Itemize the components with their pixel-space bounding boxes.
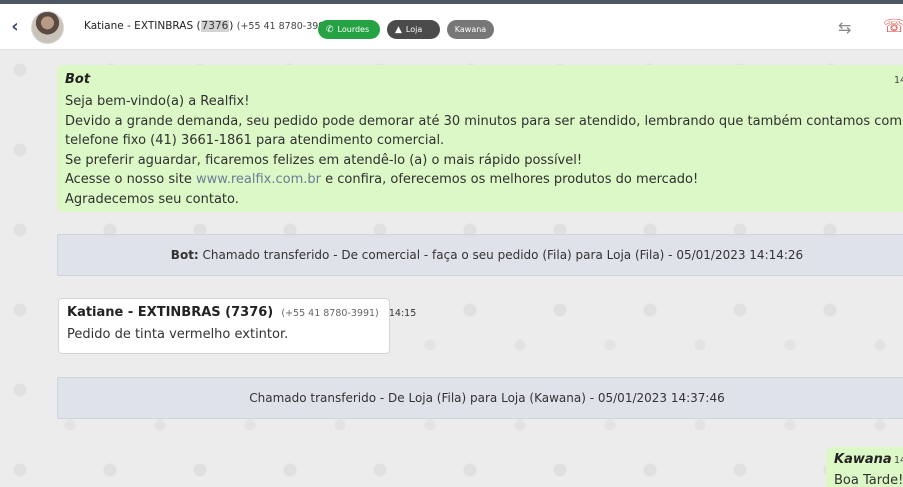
bot-message: Bot 14 Seja bem-vindo(a) a Realfix! Devi… [57,65,903,212]
system-text: Chamado transferido - De comercial - faç… [198,248,804,262]
message-time: 14 [894,455,903,466]
message-header: Katiane - EXTINBRAS (7376) (+55 41 8780-… [67,305,416,325]
system-label: Bot: [170,248,199,262]
message-time: 14:15 [388,308,417,319]
message-line: Devido a grande demanda, seu pedido pode… [65,113,903,129]
site-prefix: Acesse o nosso site [65,172,197,187]
tag-loja[interactable]: ▲ Loja [387,20,440,39]
agent-message: Kawana 14 Boa Tarde! [826,447,903,487]
whatsapp-icon: ✆ [326,25,334,35]
message-sender: Bot [65,72,91,87]
contact-close: ) [229,20,234,32]
message-text: Pedido de tinta vermelho extintor. [67,327,289,342]
system-notice: Chamado transferido - De Loja (Fila) par… [57,377,903,419]
tag-kawana[interactable]: Kawana [447,20,494,39]
message-sender: Kawana [834,452,892,467]
message-line: Seja bem-vindo(a) a Realfix! [65,94,250,109]
contact-name: Katiane - EXTINBRAS ( [84,20,201,32]
message-line: Se preferir aguardar, ficaremos felizes … [65,152,583,168]
chevron-left-icon[interactable]: ‹ [6,18,24,36]
chat-header: ‹ Katiane - EXTINBRAS (7376) (+55 41 878… [0,0,903,50]
message-line: Acesse o nosso site www.realfix.com.br e… [65,170,903,190]
transfer-arrows-icon[interactable]: ⇆ [838,20,851,36]
message-sender: Katiane - EXTINBRAS (7376) [67,305,274,320]
chat-area[interactable]: Bot 14 Seja bem-vindo(a) a Realfix! Devi… [0,50,903,487]
message-text: Boa Tarde! [834,473,903,487]
customer-message: Katiane - EXTINBRAS (7376) (+55 41 8780-… [58,298,416,354]
site-suffix: e confira, oferecemos os melhores produt… [321,172,699,187]
message-time: 14 [894,75,903,86]
system-notice: Bot: Chamado transferido - De comercial … [57,234,903,276]
sitemap-icon: ▲ [395,25,402,35]
phone-hangup-icon[interactable]: ☏ [883,18,903,36]
avatar[interactable] [31,11,64,44]
site-link[interactable]: www.realfix.com.br [196,172,321,187]
tag-label: Kawana [454,25,487,34]
system-text: Chamado transferido - De Loja (Fila) par… [249,391,725,405]
contact-code: 7376 [200,20,230,32]
contact-title: Katiane - EXTINBRAS (7376) (+55 41 8780-… [84,20,334,32]
sender-phone: (+55 41 8780-3991) [281,308,379,319]
message-line: telefone fixo (41) 3661-1861 para atendi… [65,133,445,148]
message-line: Agradecemos seu contato. [65,191,239,207]
tag-lourdes[interactable]: ✆ Lourdes [318,20,380,39]
tag-label: Loja [405,25,423,34]
tag-label: Lourdes [337,25,370,34]
